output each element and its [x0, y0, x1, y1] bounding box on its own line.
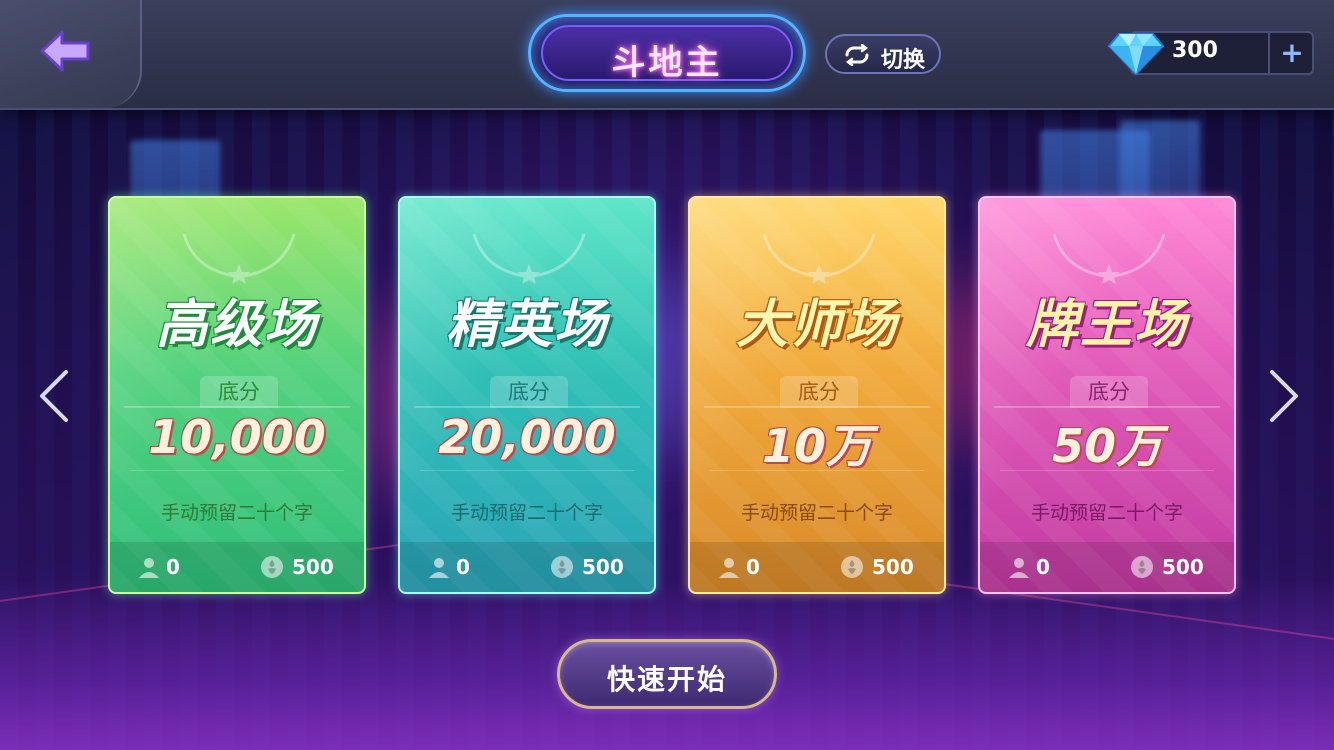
entry-value: 500 — [292, 555, 334, 579]
base-score-label: 底分 — [1070, 376, 1148, 408]
laurel-icon — [472, 233, 586, 284]
switch-label: 切换 — [881, 48, 926, 73]
base-score-label: 底分 — [200, 376, 278, 408]
player-count: 0 — [166, 555, 180, 579]
divider — [994, 406, 1220, 408]
room-card-advanced[interactable]: 高级场 底分 10,000 手动预留二十个字 0 500 — [108, 196, 366, 594]
laurel-icon — [1052, 233, 1166, 284]
card-footer: 0 500 — [400, 542, 654, 592]
entry-value: 500 — [872, 555, 914, 579]
divider — [130, 470, 344, 471]
room-description: 手动预留二十个字 — [1030, 502, 1183, 524]
game-lobby: 斗地主 切换 300 + 高级场 底分 10,000 手动预留二十个字 0 50… — [0, 0, 1334, 750]
back-arrow-icon — [40, 30, 90, 72]
room-description: 手动预留二十个字 — [160, 502, 313, 524]
room-name: 高级场 — [155, 295, 318, 355]
laurel-icon — [182, 233, 296, 284]
chip-icon — [551, 556, 573, 578]
room-description: 手动预留二十个字 — [740, 502, 893, 524]
title-frame: 斗地主 — [528, 14, 806, 92]
switch-icon — [845, 44, 869, 66]
quick-start-label: 快速开始 — [606, 663, 727, 696]
divider — [124, 406, 350, 408]
divider — [414, 406, 640, 408]
chip-icon — [1131, 556, 1153, 578]
room-name: 大师场 — [735, 295, 898, 355]
diamond-icon — [1107, 33, 1165, 76]
back-button[interactable] — [38, 28, 92, 74]
switch-button[interactable]: 切换 — [825, 34, 941, 74]
player-icon — [429, 558, 449, 578]
divider — [710, 470, 924, 471]
laurel-icon — [762, 233, 876, 284]
quick-start-button[interactable]: 快速开始 — [557, 639, 777, 709]
chip-icon — [261, 556, 283, 578]
divider — [1000, 470, 1214, 471]
base-score-label: 底分 — [780, 376, 858, 408]
add-diamond-button[interactable]: + — [1268, 33, 1314, 73]
base-score-value: 20,000 — [438, 410, 616, 464]
card-footer: 0 500 — [690, 542, 944, 592]
base-score-value: 10万 — [761, 419, 872, 473]
base-score-label: 底分 — [490, 376, 568, 408]
player-count: 0 — [746, 555, 760, 579]
base-score-value: 10,000 — [148, 410, 326, 464]
diamond-count: 300 — [1172, 38, 1218, 63]
room-name: 精英场 — [445, 295, 608, 355]
page-title: 斗地主 — [611, 43, 723, 83]
card-footer: 0 500 — [110, 542, 364, 592]
previous-arrow-icon[interactable] — [36, 368, 72, 424]
room-card-master[interactable]: 大师场 底分 10万 手动预留二十个字 0 500 — [688, 196, 946, 594]
divider — [420, 470, 634, 471]
entry-value: 500 — [1162, 555, 1204, 579]
divider — [704, 406, 930, 408]
room-description: 手动预留二十个字 — [450, 502, 603, 524]
room-card-king[interactable]: 牌王场 底分 50万 手动预留二十个字 0 500 — [978, 196, 1236, 594]
player-icon — [139, 558, 159, 578]
room-name: 牌王场 — [1025, 295, 1188, 355]
player-count: 0 — [456, 555, 470, 579]
card-footer: 0 500 — [980, 542, 1234, 592]
chip-icon — [841, 556, 863, 578]
base-score-value: 50万 — [1051, 419, 1162, 473]
room-card-elite[interactable]: 精英场 底分 20,000 手动预留二十个字 0 500 — [398, 196, 656, 594]
entry-value: 500 — [582, 555, 624, 579]
next-arrow-icon[interactable] — [1266, 368, 1302, 424]
player-icon — [1009, 558, 1029, 578]
top-bar: 斗地主 切换 300 + — [0, 0, 1334, 110]
player-icon — [719, 558, 739, 578]
player-count: 0 — [1036, 555, 1050, 579]
